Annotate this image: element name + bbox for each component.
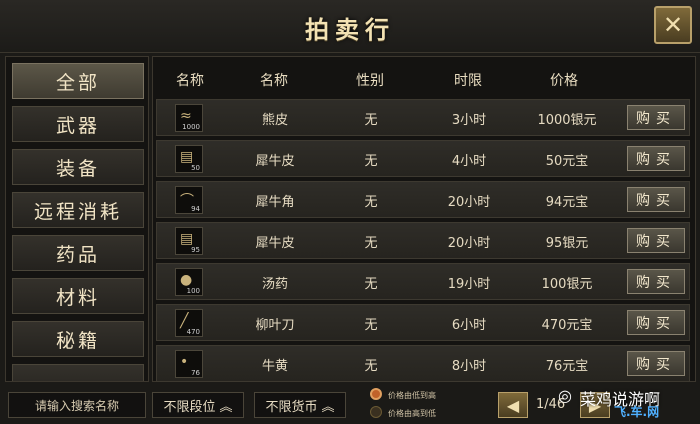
- item-price: 94元宝: [545, 195, 589, 210]
- category-more[interactable]: [12, 364, 144, 381]
- category-potions[interactable]: 药品: [12, 235, 144, 271]
- item-time: 6小时: [451, 318, 487, 333]
- category-sidebar: 全部 武器 装备 远程消耗 药品 材料 秘籍: [5, 56, 149, 382]
- search-input[interactable]: 请输入搜索名称: [8, 392, 146, 418]
- header-price: 价格: [550, 73, 578, 89]
- item-gender: 无: [364, 318, 378, 333]
- item-slot[interactable]: ▤ 95: [175, 227, 203, 255]
- item-quantity: 100: [186, 287, 200, 295]
- item-quantity: 470: [186, 328, 200, 336]
- item-gender: 无: [364, 236, 378, 251]
- hide-icon: ▤: [180, 149, 194, 165]
- bezoar-icon: •: [180, 354, 189, 370]
- table-row: • 76 牛黄 无 8小时 76元宝 购买: [156, 345, 690, 382]
- chevron-up-down-icon: ︽: [321, 399, 335, 415]
- table-row: ╱ 470 柳叶刀 无 6小时 470元宝 购买: [156, 304, 690, 341]
- category-materials[interactable]: 材料: [12, 278, 144, 314]
- item-price: 1000银元: [537, 113, 597, 128]
- level-filter-dropdown[interactable]: 不限段位 ︽: [152, 392, 244, 418]
- buy-button[interactable]: 购买: [627, 146, 685, 171]
- blade-icon: ╱: [180, 313, 189, 329]
- item-gender: 无: [364, 113, 378, 128]
- arrow-left-icon: ◀: [506, 395, 520, 415]
- item-time: 4小时: [451, 154, 487, 169]
- item-name: 熊皮: [261, 113, 288, 128]
- chevron-up-down-icon: ︽: [219, 399, 233, 415]
- close-button[interactable]: ✕: [654, 6, 692, 44]
- item-time: 3小时: [451, 113, 487, 128]
- item-slot[interactable]: ╱ 470: [175, 309, 203, 337]
- potion-icon: ●: [180, 272, 193, 288]
- item-time: 20小时: [447, 236, 491, 251]
- item-quantity: 76: [191, 369, 200, 377]
- table-row: ▤ 95 犀牛皮 无 20小时 95银元 购买: [156, 222, 690, 259]
- sort-desc-label: 价格由高到低: [388, 409, 436, 418]
- item-quantity: 95: [191, 246, 200, 254]
- item-name: 柳叶刀: [255, 318, 295, 333]
- category-ranged-consumables[interactable]: 远程消耗: [12, 192, 144, 228]
- item-slot[interactable]: ● 100: [175, 268, 203, 296]
- buy-button[interactable]: 购买: [627, 105, 685, 130]
- category-weapons[interactable]: 武器: [12, 106, 144, 142]
- wechat-icon: ◎: [558, 386, 572, 405]
- watermark-site: 飞.车.网: [614, 405, 660, 419]
- item-time: 20小时: [447, 195, 491, 210]
- window-title: 拍卖行: [305, 15, 395, 44]
- item-slot[interactable]: ≈ 1000: [175, 104, 203, 132]
- header-item-name: 名称: [260, 73, 288, 89]
- item-quantity: 94: [191, 205, 200, 213]
- item-time: 19小时: [447, 277, 491, 292]
- sort-asc-label: 价格由低到高: [388, 391, 436, 400]
- category-equipment[interactable]: 装备: [12, 149, 144, 185]
- table-row: ▤ 50 犀牛皮 无 4小时 50元宝 购买: [156, 140, 690, 177]
- header-item-icon: 名称: [176, 73, 204, 89]
- category-all[interactable]: 全部: [12, 63, 144, 99]
- item-price: 50元宝: [545, 154, 589, 169]
- sort-asc-radio[interactable]: [370, 388, 382, 400]
- header-time-limit: 时限: [454, 73, 482, 89]
- category-manuals[interactable]: 秘籍: [12, 321, 144, 357]
- buy-button[interactable]: 购买: [627, 310, 685, 335]
- item-quantity: 50: [191, 164, 200, 172]
- item-name: 牛黄: [261, 359, 288, 374]
- pelt-icon: ≈: [180, 108, 192, 124]
- item-slot[interactable]: ⌒ 94: [175, 186, 203, 214]
- item-name: 犀牛皮: [255, 236, 295, 251]
- item-gender: 无: [364, 195, 378, 210]
- item-time: 8小时: [451, 359, 487, 374]
- title-bar: 拍卖行 ✕: [0, 0, 700, 53]
- buy-button[interactable]: 购买: [627, 269, 685, 294]
- close-icon: ✕: [662, 11, 684, 39]
- item-quantity: 1000: [182, 123, 200, 131]
- item-price: 470元宝: [541, 318, 593, 333]
- header-gender: 性别: [356, 73, 384, 89]
- item-gender: 无: [364, 277, 378, 292]
- item-price: 100银元: [541, 277, 593, 292]
- table-row: ≈ 1000 熊皮 无 3小时 1000银元 购买: [156, 99, 690, 136]
- currency-filter-label: 不限货币: [265, 399, 318, 415]
- table-row: ● 100 汤药 无 19小时 100银元 购买: [156, 263, 690, 300]
- item-slot[interactable]: • 76: [175, 350, 203, 378]
- currency-filter-dropdown[interactable]: 不限货币 ︽: [254, 392, 346, 418]
- item-name: 犀牛皮: [255, 154, 295, 169]
- item-price: 95银元: [545, 236, 589, 251]
- buy-button[interactable]: 购买: [627, 187, 685, 212]
- hide-icon: ▤: [180, 231, 194, 247]
- item-slot[interactable]: ▤ 50: [175, 145, 203, 173]
- buy-button[interactable]: 购买: [627, 228, 685, 253]
- item-gender: 无: [364, 359, 378, 374]
- item-name: 犀牛角: [255, 195, 295, 210]
- prev-page-button[interactable]: ◀: [498, 392, 528, 418]
- table-row: ⌒ 94 犀牛角 无 20小时 94元宝 购买: [156, 181, 690, 218]
- item-price: 76元宝: [545, 359, 589, 374]
- item-gender: 无: [364, 154, 378, 169]
- level-filter-label: 不限段位: [163, 399, 216, 415]
- item-name: 汤药: [261, 277, 288, 292]
- sort-desc-radio[interactable]: [370, 406, 382, 418]
- buy-button[interactable]: 购买: [627, 351, 685, 376]
